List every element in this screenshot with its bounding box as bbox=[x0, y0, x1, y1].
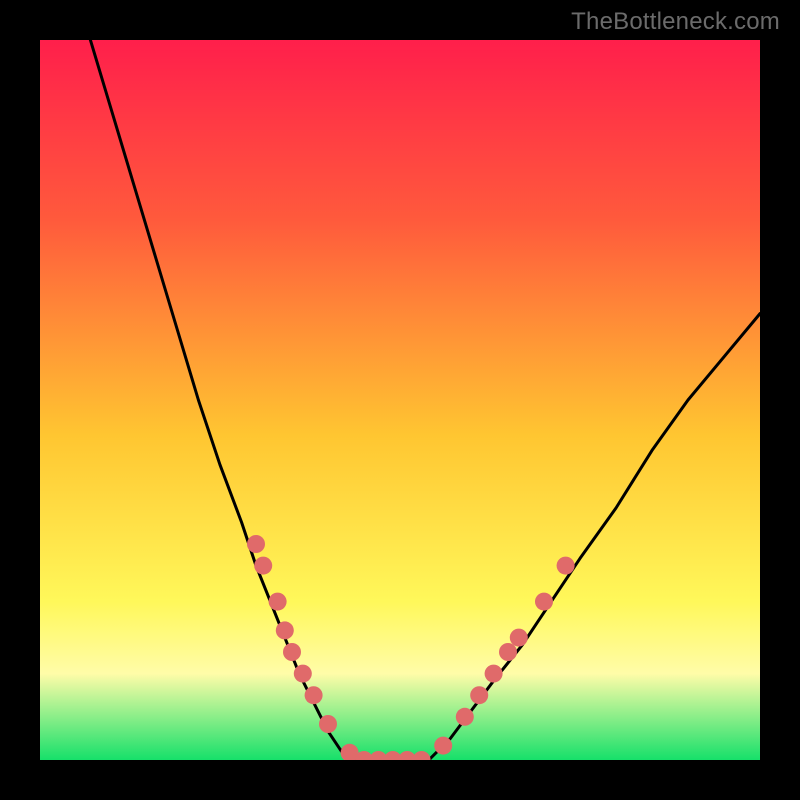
chart-svg bbox=[40, 40, 760, 760]
marker-point bbox=[294, 665, 312, 683]
marker-point bbox=[254, 557, 272, 575]
marker-point bbox=[510, 629, 528, 647]
marker-point bbox=[269, 593, 287, 611]
watermark-label: TheBottleneck.com bbox=[571, 8, 780, 36]
marker-point bbox=[276, 621, 294, 639]
marker-point bbox=[283, 643, 301, 661]
marker-point bbox=[434, 737, 452, 755]
marker-point bbox=[456, 708, 474, 726]
marker-point bbox=[247, 535, 265, 553]
marker-point bbox=[319, 715, 337, 733]
marker-point bbox=[305, 686, 323, 704]
marker-point bbox=[535, 593, 553, 611]
marker-point bbox=[499, 643, 517, 661]
marker-point bbox=[470, 686, 488, 704]
marker-point bbox=[557, 557, 575, 575]
marker-point bbox=[485, 665, 503, 683]
plot-area bbox=[40, 40, 760, 760]
plot-background bbox=[40, 40, 760, 760]
chart-frame: TheBottleneck.com bbox=[0, 0, 800, 800]
